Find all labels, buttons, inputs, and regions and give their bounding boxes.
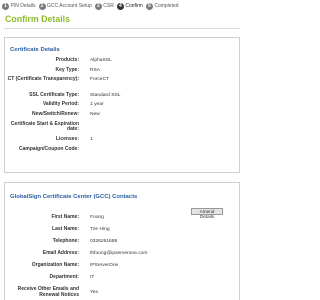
field-label: Receive Other Emails and Renewal Notices <box>17 285 79 298</box>
field-value: IT <box>90 274 95 280</box>
certificate-details-panel: Certificate Details Products: AlphaSSL K… <box>4 37 240 173</box>
field-label: First Name: <box>51 214 79 220</box>
page-title: Confirm Details <box>5 14 71 24</box>
contact-row-receive-emails: Receive Other Emails and Renewal Notices… <box>5 285 239 300</box>
field-value: Foong <box>90 215 104 220</box>
certificate-details-heading: Certificate Details <box>10 47 60 53</box>
detail-row-campaign-coupon-code: Campaign/Coupon Code: <box>5 145 239 160</box>
field-value: New <box>90 111 100 117</box>
field-label: Department: <box>49 273 79 280</box>
title-divider <box>4 28 240 29</box>
field-value: IPServerOne <box>90 262 119 268</box>
field-value: ForceCT <box>90 77 110 83</box>
step-label: PIN Details <box>10 3 36 9</box>
step-pin-details: 1 PIN Details <box>2 3 36 10</box>
contact-row-first-name: First Name: Foong <box>5 214 239 225</box>
field-value: Standard SSL <box>90 92 121 98</box>
step-label: Completed <box>154 3 179 9</box>
step-label: CSR <box>103 3 114 9</box>
field-label: Products: <box>55 57 79 63</box>
detail-row-ssl-certificate-type: SSL Certificate Type: Standard SSL <box>5 91 239 101</box>
gcc-contacts-list: First Name: Foong Last Name: Tze Hing Te… <box>5 214 239 300</box>
detail-row-certificate-transparency: CT (Certificate Transparency): ForceCT <box>5 77 239 90</box>
amend-details-button[interactable]: Amend Details <box>191 208 223 219</box>
contact-row-department: Department: IT <box>5 273 239 285</box>
step-number: 3 <box>94 3 102 10</box>
field-label: Campaign/Coupon Code: <box>19 145 79 152</box>
field-value: thfoong@ipserverone.com <box>90 250 148 256</box>
progress-steps: 1 PIN Details 2 GCC Account Setup 3 CSR … <box>2 2 182 11</box>
field-label: Certificate Start & Expiration date: <box>10 120 79 133</box>
field-value: 1 <box>90 136 93 142</box>
contact-row-last-name: Last Name: Tze Hing <box>5 225 239 237</box>
detail-row-products: Products: AlphaSSL <box>5 57 239 66</box>
field-label: Telephone: <box>52 237 79 244</box>
contact-row-organization-name: Organization Name: IPServerOne <box>5 261 239 273</box>
field-label: New/Switch/Renew: <box>32 110 79 117</box>
field-label: Validity Period: <box>42 101 79 108</box>
field-label: Key Type: <box>55 66 79 73</box>
field-value: 0326261688 <box>90 238 118 244</box>
contact-row-email-address: Email Address: thfoong@ipserverone.com <box>5 249 239 261</box>
detail-row-start-expiration-date: Certificate Start & Expiration date: <box>5 120 239 135</box>
step-number: 1 <box>2 3 9 10</box>
gcc-contacts-heading: GlobalSign Certificate Center (GCC) Cont… <box>10 194 138 200</box>
field-value: 1 year <box>90 102 104 108</box>
step-confirm: 4 Confirm <box>116 3 143 10</box>
step-label: GCC Account Setup <box>47 3 92 9</box>
field-value: RSA <box>90 67 101 73</box>
field-value: AlphaSSL <box>90 58 112 63</box>
field-label: CT (Certificate Transparency): <box>7 76 79 83</box>
detail-row-validity-period: Validity Period: 1 year <box>5 102 239 110</box>
detail-row-key-type: Key Type: RSA <box>5 66 239 76</box>
step-number: 5 <box>145 3 153 10</box>
contact-row-telephone: Telephone: 0326261688 <box>5 237 239 249</box>
step-label: Confirm <box>125 3 143 9</box>
step-completed: 5 Completed <box>145 3 179 10</box>
detail-row-licenses: Licenses: 1 <box>5 135 239 145</box>
field-label: Organization Name: <box>31 261 79 268</box>
certificate-details-list: Products: AlphaSSL Key Type: RSA CT (Cer… <box>5 57 239 162</box>
field-label: Last Name: <box>52 225 79 232</box>
gcc-contacts-panel: GlobalSign Certificate Center (GCC) Cont… <box>4 182 240 300</box>
step-number: 4 <box>116 3 124 10</box>
field-value: Tze Hing <box>90 226 110 232</box>
step-csr: 3 CSR <box>94 3 114 10</box>
detail-row-new-switch-renew: New/Switch/Renew: New <box>5 110 239 120</box>
field-label: SSL Certificate Type: <box>29 91 79 98</box>
field-label: Email Address: <box>42 249 79 256</box>
step-number: 2 <box>38 3 46 10</box>
field-value: Yes <box>90 289 98 295</box>
field-label: Licenses: <box>55 135 79 142</box>
step-gcc-account-setup: 2 GCC Account Setup <box>38 3 92 10</box>
